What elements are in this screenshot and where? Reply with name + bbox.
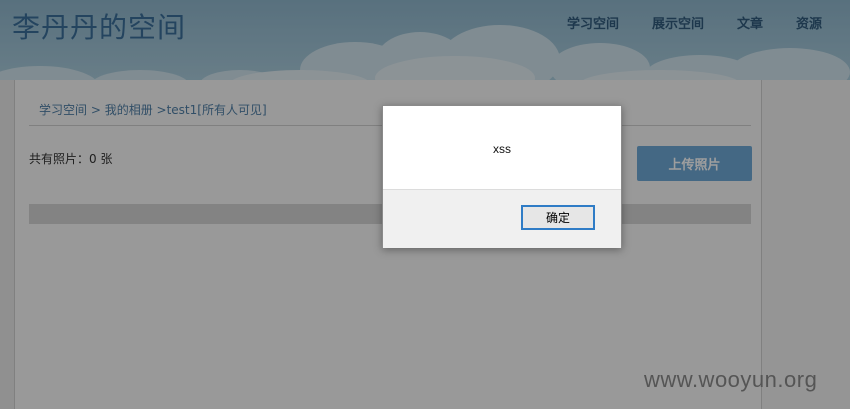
alert-dialog: xss 确定 (382, 105, 622, 248)
alert-message: xss (493, 142, 511, 156)
ok-button[interactable]: 确定 (521, 205, 595, 230)
alert-footer: 确定 (383, 189, 621, 248)
watermark: www.wooyun.org (644, 367, 818, 392)
